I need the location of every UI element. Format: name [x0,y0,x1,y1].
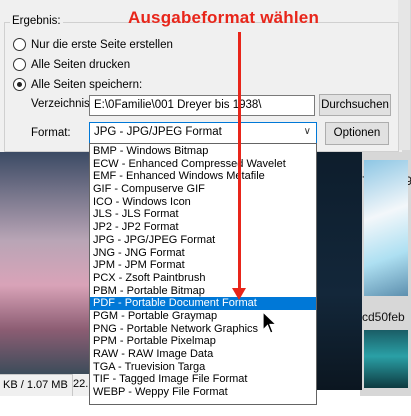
radio-button[interactable] [13,58,26,71]
mouse-pointer-icon [262,311,278,334]
dropdown-option[interactable]: BMP - Windows Bitmap [90,145,316,158]
format-value: JPG - JPG/JPEG Format [94,126,222,138]
preview-image [316,150,362,390]
dropdown-option[interactable]: JPM - JPM Format [90,259,316,272]
dropdown-option[interactable]: TIF - Tagged Image File Format [90,373,316,386]
dialog-scrollbar[interactable] [398,0,410,150]
options-button[interactable]: Optionen [325,122,389,145]
dropdown-option[interactable]: JLS - JLS Format [90,208,316,221]
dropdown-option[interactable]: PCX - Zsoft Paintbrush [90,272,316,285]
format-dropdown-list[interactable]: BMP - Windows Bitmap ECW - Enhanced Comp… [89,143,317,405]
thumbnail-image[interactable] [364,160,408,296]
dropdown-option-highlighted[interactable]: PDF - Portable Document Format [90,297,316,310]
radio-label: Alle Seiten drucken [31,58,131,71]
format-label: Format: [31,127,71,139]
preview-image [0,152,92,374]
dropdown-option[interactable]: EMF - Enhanced Windows Metafile [90,170,316,183]
thumbnail-caption: cd50feb [362,310,405,324]
directory-label: Verzeichnis: [31,98,94,110]
group-label: Ergebnis: [10,15,63,27]
annotation-title: Ausgabeformat wählen [128,8,320,27]
dropdown-option[interactable]: GIF - Compuserve GIF [90,183,316,196]
directory-input[interactable]: E:\0Familie\001 Dreyer bis 1938\ [89,95,315,116]
browse-button[interactable]: Durchsuchen [319,94,391,116]
dropdown-option[interactable]: PGM - Portable Graymap [90,310,316,323]
radio-button[interactable] [13,38,26,51]
dropdown-option[interactable]: WEBP - Weppy File Format [90,386,316,399]
dropdown-option[interactable]: JNG - JNG Format [90,247,316,260]
radio-label: Nur die erste Seite erstellen [31,38,173,51]
dropdown-option[interactable]: PNG - Portable Network Graphics [90,323,316,336]
dropdown-option[interactable]: JP2 - JP2 Format [90,221,316,234]
arrow-down-icon [232,288,246,300]
annotation-arrow-shaft [238,32,241,294]
radio-print-all[interactable]: Alle Seiten drucken [13,58,130,71]
format-select[interactable]: JPG - JPG/JPEG Format ∨ [89,122,317,144]
dropdown-option[interactable]: PPM - Portable Pixelmap [90,335,316,348]
chevron-down-icon: ∨ [303,126,311,137]
radio-button[interactable] [13,78,26,91]
radio-first-page[interactable]: Nur die erste Seite erstellen [13,38,173,51]
thumbnail-image[interactable] [364,330,408,388]
radio-save-all[interactable]: Alle Seiten speichern: [13,78,142,91]
dropdown-option[interactable]: JPG - JPG/JPEG Format [90,234,316,247]
dropdown-option[interactable]: PBM - Portable Bitmap [90,285,316,298]
dropdown-option[interactable]: TGA - Truevision Targa [90,361,316,374]
dropdown-option[interactable]: RAW - RAW Image Data [90,348,316,361]
dropdown-option[interactable]: ECW - Enhanced Compressed Wavelet [90,158,316,171]
radio-label: Alle Seiten speichern: [31,78,143,91]
dropdown-option[interactable]: ICO - Windows Icon [90,196,316,209]
